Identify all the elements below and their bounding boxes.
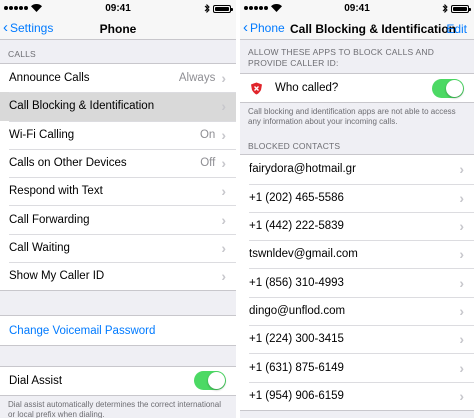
row-label: Show My Caller ID — [9, 270, 105, 283]
blocked-contact-row[interactable]: dingo@unflod.com › — [240, 296, 474, 325]
dial-assist-toggle[interactable] — [194, 371, 226, 391]
change-voicemail-password-button[interactable]: Change Voicemail Password — [0, 316, 236, 344]
section-header-blocked: BLOCKED CONTACTS — [248, 141, 341, 152]
nav-bar: ‹ Phone Call Blocking & Identification E… — [240, 18, 474, 40]
blocked-contact-row[interactable]: tswnldev@gmail.com › — [240, 240, 474, 268]
back-label: Phone — [250, 20, 285, 35]
privacy-note: Call blocking and identification apps ar… — [248, 107, 456, 127]
edit-button[interactable]: Edit — [446, 22, 467, 36]
status-bar: 09:41 — [0, 0, 236, 18]
row-announce-calls[interactable]: Announce Calls Always › — [0, 64, 236, 92]
page-title: Call Blocking & Identification — [290, 22, 457, 36]
status-time: 09:41 — [105, 3, 131, 14]
row-label: Call Blocking & Identification — [9, 100, 155, 113]
blocked-contact-label: tswnldev@gmail.com — [249, 248, 358, 261]
chevron-right-icon: › — [459, 189, 464, 206]
chevron-left-icon: ‹ — [243, 19, 248, 36]
chevron-right-icon: › — [221, 155, 226, 172]
row-calls-other-devices[interactable]: Calls on Other Devices Off › — [0, 148, 236, 177]
status-bar: 09:41 — [240, 0, 474, 18]
dial-assist-note: Dial assist automatically determines the… — [8, 399, 221, 418]
blocked-contact-label: dingo@unflod.com — [249, 304, 346, 317]
voicemail-group: Change Voicemail Password — [0, 315, 236, 346]
row-label: Announce Calls — [9, 72, 90, 85]
chevron-right-icon: › — [459, 274, 464, 291]
row-label: Respond with Text — [9, 185, 103, 198]
back-button[interactable]: ‹ Phone — [243, 20, 285, 35]
row-call-forwarding[interactable]: Call Forwarding › — [0, 205, 236, 233]
chevron-right-icon: › — [459, 359, 464, 376]
row-respond-with-text[interactable]: Respond with Text › — [0, 177, 236, 205]
blocked-contact-row[interactable]: +1 (442) 222-5839 › — [240, 211, 474, 240]
blocked-contacts-list: fairydora@hotmail.gr › +1 (202) 465-5586 › +… — [240, 154, 474, 411]
apps-group: Who called? — [240, 73, 474, 104]
bluetooth-icon — [204, 4, 210, 13]
blocked-contact-label: +1 (631) 875-6149 — [249, 361, 344, 374]
row-call-waiting[interactable]: Call Waiting › — [0, 233, 236, 262]
blocked-contact-row[interactable]: fairydora@hotmail.gr › — [240, 155, 474, 183]
blocked-contact-label: +1 (202) 465-5586 — [249, 191, 344, 204]
row-label: Change Voicemail Password — [9, 324, 156, 337]
row-value: On — [199, 128, 216, 141]
chevron-right-icon: › — [221, 268, 226, 285]
blocked-contact-label: +1 (856) 310-4993 — [249, 276, 344, 289]
section-header-apps: ALLOW THESE APPS TO BLOCK CALLS AND PROV… — [248, 47, 435, 68]
battery-icon — [213, 4, 233, 13]
blocked-contact-label: +1 (442) 222-5839 — [249, 220, 344, 233]
blocked-contact-row[interactable]: +1 (202) 465-5586 › — [240, 183, 474, 212]
row-wifi-calling[interactable]: Wi-Fi Calling On › — [0, 120, 236, 149]
chevron-right-icon: › — [221, 183, 226, 200]
phone-settings-screen: 09:41 ‹ Settings Phone CALLS Announce Ca… — [0, 0, 236, 418]
row-label: Dial Assist — [9, 374, 63, 387]
row-label: Wi-Fi Calling — [9, 128, 75, 141]
blocked-contact-row[interactable]: +1 (631) 875-6149 › — [240, 353, 474, 381]
app-name: Who called? — [275, 82, 339, 95]
who-called-toggle[interactable] — [432, 78, 464, 98]
blocked-contact-label: +1 (954) 906-6159 — [249, 389, 344, 402]
row-value: Always — [178, 72, 216, 85]
chevron-right-icon: › — [459, 302, 464, 319]
nav-bar: ‹ Settings Phone — [0, 18, 236, 40]
row-label: Call Waiting — [9, 241, 70, 254]
chevron-right-icon: › — [221, 211, 226, 228]
chevron-right-icon: › — [459, 387, 464, 404]
row-call-blocking[interactable]: Call Blocking & Identification › — [0, 92, 236, 121]
chevron-right-icon: › — [459, 161, 464, 178]
chevron-right-icon: › — [221, 98, 226, 115]
status-time: 09:41 — [344, 3, 370, 14]
row-label: Calls on Other Devices — [9, 157, 127, 170]
blocked-contact-label: fairydora@hotmail.gr — [249, 163, 356, 176]
dial-assist-group: Dial Assist — [0, 365, 236, 396]
page-title: Phone — [99, 22, 137, 36]
row-show-caller-id[interactable]: Show My Caller ID › — [0, 262, 236, 290]
blocked-contact-row[interactable]: +1 (224) 300-3415 › — [240, 325, 474, 353]
who-called-app-icon — [249, 81, 263, 96]
row-label: Call Forwarding — [9, 213, 90, 226]
call-blocking-screen: 09:41 ‹ Phone Call Blocking & Identifica… — [240, 0, 474, 418]
chevron-right-icon: › — [459, 246, 464, 263]
row-value: Off — [200, 157, 216, 170]
blocked-contact-row[interactable]: +1 (954) 906-6159 › — [240, 381, 474, 410]
chevron-right-icon: › — [459, 218, 464, 235]
blocked-contact-label: +1 (224) 300-3415 — [249, 333, 344, 346]
row-dial-assist: Dial Assist — [0, 367, 236, 395]
chevron-right-icon: › — [221, 239, 226, 256]
chevron-right-icon: › — [221, 126, 226, 143]
blocked-contact-row[interactable]: +1 (856) 310-4993 › — [240, 268, 474, 296]
section-header-calls: CALLS — [8, 49, 36, 59]
chevron-right-icon: › — [459, 331, 464, 348]
battery-icon — [451, 4, 471, 13]
calls-group: Announce Calls Always › Call Blocking & … — [0, 63, 236, 292]
row-who-called: Who called? — [240, 74, 474, 102]
bluetooth-icon — [442, 4, 448, 13]
chevron-right-icon: › — [221, 70, 226, 87]
